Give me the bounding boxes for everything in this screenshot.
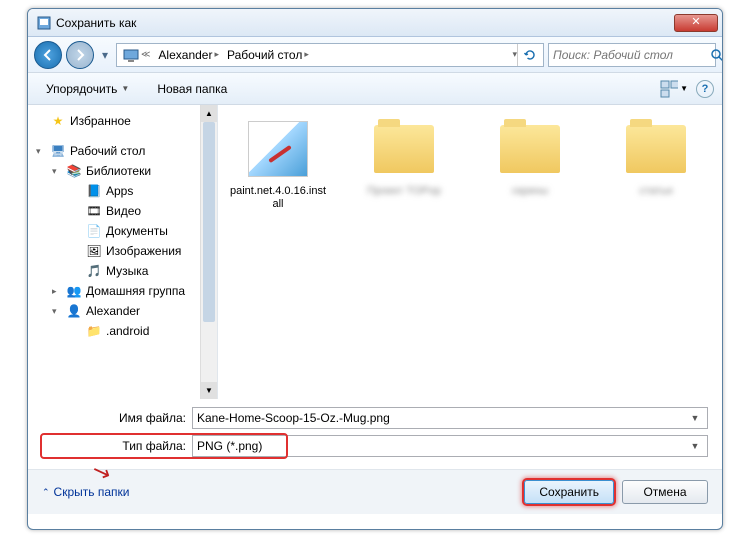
sidebar-lib-video[interactable]: 🎞Видео bbox=[28, 201, 217, 221]
arrow-right-icon bbox=[73, 48, 87, 62]
refresh-icon bbox=[523, 48, 537, 62]
filetype-combo[interactable]: ▼ bbox=[192, 435, 708, 457]
file-view[interactable]: paint.net.4.0.16.install Проект TOPop ск… bbox=[218, 105, 722, 399]
music-icon: 🎵 bbox=[86, 263, 102, 279]
save-button[interactable]: Сохранить bbox=[524, 480, 614, 504]
user-icon: 👤 bbox=[66, 303, 82, 319]
file-name: статьи bbox=[608, 185, 704, 198]
address-bar[interactable]: ≪ Alexander▸ Рабочий стол▸ ▾ bbox=[116, 43, 544, 67]
breadcrumb-root[interactable]: ≪ bbox=[119, 45, 154, 65]
refresh-button[interactable] bbox=[517, 44, 541, 66]
filename-label: Имя файла: bbox=[42, 411, 192, 425]
image-icon: 🖼 bbox=[86, 243, 102, 259]
search-input[interactable] bbox=[553, 48, 710, 62]
installer-icon bbox=[248, 121, 308, 177]
filename-input[interactable] bbox=[197, 411, 687, 425]
forward-button[interactable] bbox=[66, 41, 94, 69]
libraries-icon: 📚 bbox=[66, 163, 82, 179]
sidebar-lib-apps[interactable]: 📘Apps bbox=[28, 181, 217, 201]
filetype-input[interactable] bbox=[197, 439, 687, 453]
sidebar-lib-music[interactable]: 🎵Музыка bbox=[28, 261, 217, 281]
file-item[interactable]: paint.net.4.0.16.install bbox=[230, 117, 326, 211]
organize-button[interactable]: Упорядочить▼ bbox=[36, 78, 139, 100]
sidebar-libraries[interactable]: ▾📚Библиотеки bbox=[28, 161, 217, 181]
file-name: скрины bbox=[482, 185, 578, 198]
body-area: ★Избранное ▾🖥Рабочий стол ▾📚Библиотеки 📘… bbox=[28, 105, 722, 399]
file-item[interactable]: скрины bbox=[482, 117, 578, 211]
app-icon bbox=[36, 15, 52, 31]
file-name: paint.net.4.0.16.install bbox=[230, 185, 326, 211]
sidebar: ★Избранное ▾🖥Рабочий стол ▾📚Библиотеки 📘… bbox=[28, 105, 218, 399]
sidebar-homegroup[interactable]: ▸👥Домашняя группа bbox=[28, 281, 217, 301]
form-area: Имя файла: ▼ Тип файла: ▼ ↘ bbox=[28, 399, 722, 469]
history-dropdown[interactable]: ▾ bbox=[98, 45, 112, 65]
cancel-button[interactable]: Отмена bbox=[622, 480, 708, 504]
breadcrumb-segment[interactable]: Рабочий стол▸ bbox=[223, 46, 313, 64]
help-button[interactable]: ? bbox=[696, 80, 714, 98]
sidebar-user[interactable]: ▾👤Alexander bbox=[28, 301, 217, 321]
filetype-label: Тип файла: bbox=[42, 439, 192, 453]
toolbar: Упорядочить▼ Новая папка ▼ ? bbox=[28, 73, 722, 105]
folder-icon bbox=[500, 125, 560, 173]
filename-dropdown[interactable]: ▼ bbox=[687, 413, 703, 423]
breadcrumb-segment[interactable]: Alexander▸ bbox=[154, 46, 223, 64]
titlebar[interactable]: Сохранить как ✕ bbox=[28, 9, 722, 37]
star-icon: ★ bbox=[50, 113, 66, 129]
computer-icon bbox=[123, 47, 139, 63]
document-icon: 📄 bbox=[86, 223, 102, 239]
sidebar-user-android[interactable]: 📁.android bbox=[28, 321, 217, 341]
file-name: Проект TOPop bbox=[356, 185, 452, 198]
sidebar-favorites[interactable]: ★Избранное bbox=[28, 111, 217, 131]
view-icon bbox=[660, 80, 678, 98]
sidebar-scrollbar[interactable]: ▲ ▼ bbox=[200, 105, 217, 399]
video-icon: 🎞 bbox=[86, 203, 102, 219]
scroll-thumb[interactable] bbox=[203, 122, 215, 322]
arrow-left-icon bbox=[41, 48, 55, 62]
sidebar-lib-docs[interactable]: 📄Документы bbox=[28, 221, 217, 241]
file-item[interactable]: статьи bbox=[608, 117, 704, 211]
folder-icon: 📁 bbox=[86, 323, 102, 339]
apps-icon: 📘 bbox=[86, 183, 102, 199]
save-dialog: Сохранить как ✕ ▾ ≪ Alexander▸ Рабочий с… bbox=[27, 8, 723, 530]
sidebar-desktop[interactable]: ▾🖥Рабочий стол bbox=[28, 141, 217, 161]
scroll-up-button[interactable]: ▲ bbox=[201, 105, 217, 122]
back-button[interactable] bbox=[34, 41, 62, 69]
chevron-up-icon: ⌃ bbox=[42, 487, 50, 498]
new-folder-button[interactable]: Новая папка bbox=[147, 78, 237, 100]
search-box[interactable] bbox=[548, 43, 716, 67]
desktop-icon: 🖥 bbox=[50, 143, 66, 159]
file-item[interactable]: Проект TOPop bbox=[356, 117, 452, 211]
button-row: ⌃ Скрыть папки Сохранить Отмена bbox=[28, 469, 722, 514]
hide-folders-link[interactable]: ⌃ Скрыть папки bbox=[42, 485, 129, 499]
filename-combo[interactable]: ▼ bbox=[192, 407, 708, 429]
homegroup-icon: 👥 bbox=[66, 283, 82, 299]
folder-icon bbox=[626, 125, 686, 173]
view-button[interactable]: ▼ bbox=[660, 77, 688, 101]
search-icon[interactable] bbox=[710, 48, 723, 62]
window-title: Сохранить как bbox=[56, 16, 674, 30]
scroll-down-button[interactable]: ▼ bbox=[201, 382, 217, 399]
folder-icon bbox=[374, 125, 434, 173]
filetype-dropdown[interactable]: ▼ bbox=[687, 441, 703, 451]
sidebar-lib-images[interactable]: 🖼Изображения bbox=[28, 241, 217, 261]
close-button[interactable]: ✕ bbox=[674, 14, 718, 32]
nav-row: ▾ ≪ Alexander▸ Рабочий стол▸ ▾ bbox=[28, 37, 722, 73]
